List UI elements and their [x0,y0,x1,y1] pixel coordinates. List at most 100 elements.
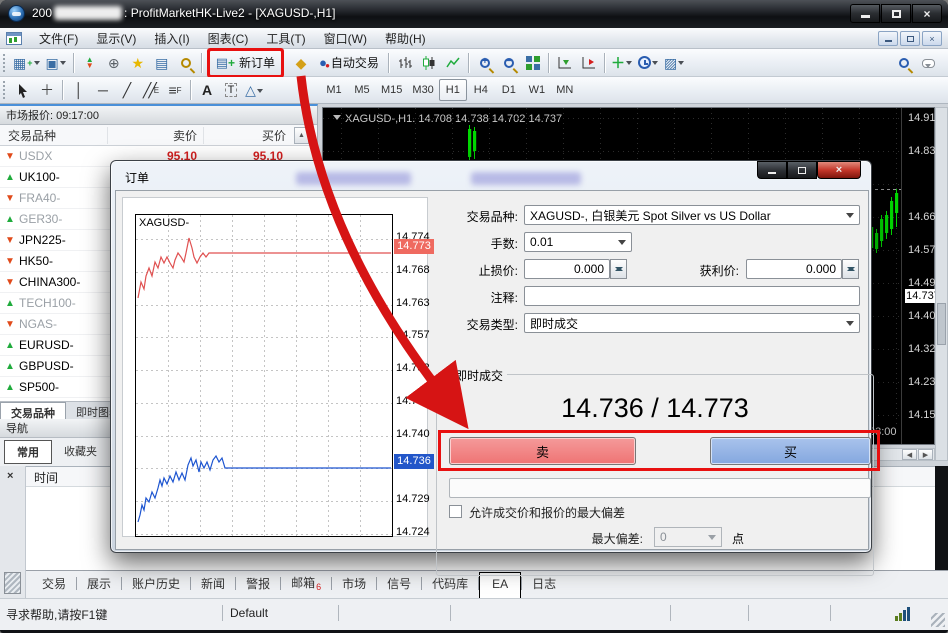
bottom-tab-4[interactable]: 警报 [236,571,280,598]
vertical-line-icon[interactable]: │ [67,78,91,102]
stop-loss-input[interactable]: 0.000 [524,259,610,279]
indicators-icon[interactable]: ＋ [609,51,636,75]
volume-combo[interactable]: 0.01 [524,232,632,252]
fibonacci-icon[interactable]: ≡F [163,78,187,102]
timeframe-m30[interactable]: M30 [407,79,438,101]
timeframe-m5[interactable]: M5 [348,79,376,101]
favorites-icon[interactable]: ★ [126,51,150,75]
comment-input[interactable] [524,286,860,306]
profiles-icon[interactable]: ▣ [44,51,70,75]
child-close-button[interactable]: × [922,31,942,46]
auto-scroll-icon[interactable] [553,51,577,75]
bottom-tab-5[interactable]: 邮箱6 [281,570,331,598]
menu-item-2[interactable]: 插入(I) [145,28,198,49]
zoom-in-icon[interactable] [473,51,497,75]
menu-item-1[interactable]: 显示(V) [87,28,145,49]
bottom-tab-3[interactable]: 新闻 [191,571,235,598]
profile-name[interactable]: Default [230,606,268,620]
resize-grip[interactable] [931,613,945,627]
menu-item-4[interactable]: 工具(T) [257,28,314,49]
buy-button[interactable]: 买 [710,437,871,465]
templates-icon[interactable]: ▨ [662,51,688,75]
bottom-tab-9[interactable]: EA [479,572,521,599]
timeframe-h1[interactable]: H1 [439,79,467,101]
search-icon[interactable] [892,51,916,75]
timeframe-d1[interactable]: D1 [495,79,523,101]
bottom-tab-7[interactable]: 信号 [377,571,421,598]
column-buy[interactable]: 买价 [204,127,292,144]
terminal-grip-icon[interactable] [4,572,21,594]
chat-icon[interactable] [916,51,940,75]
max-deviation-combo[interactable]: 0 [654,527,722,547]
tile-windows-icon[interactable] [521,51,545,75]
text-tool-icon[interactable]: A [195,78,219,102]
stop-loss-spinner[interactable] [610,259,627,279]
timeframe-m1[interactable]: M1 [320,79,348,101]
channel-icon[interactable]: ╱╱E [139,78,163,102]
close-button[interactable]: × [912,4,942,23]
order-type-select[interactable]: 即时成交 [524,313,860,333]
timeframe-w1[interactable]: W1 [523,79,551,101]
minimize-button[interactable] [850,4,880,23]
bottom-tab-2[interactable]: 账户历史 [122,571,190,598]
new-chart-icon[interactable]: ▦+ [11,51,44,75]
new-order-button[interactable]: ▤+ 新订单 [210,51,281,75]
terminal-close-icon[interactable]: × [7,470,13,482]
tab-common[interactable]: 常用 [4,440,52,464]
chart-shift-icon[interactable] [577,51,601,75]
objects-list-icon[interactable]: ◆ [289,51,313,75]
line-chart-type-icon[interactable] [441,51,465,75]
symbol-select[interactable]: XAGUSD-, 白银美元 Spot Silver vs US Dollar [524,205,860,225]
maximize-button[interactable] [881,4,911,23]
market-watch-close-icon[interactable]: × [305,109,311,121]
market-watch-toggle-icon[interactable]: ▲▼ [78,51,102,75]
menu-item-5[interactable]: 窗口(W) [315,28,376,49]
timeframe-h4[interactable]: H4 [467,79,495,101]
symbol-name: HK50- [19,254,107,268]
dialog-minimize-button[interactable] [757,161,787,179]
take-profit-spinner[interactable] [842,259,859,279]
text-label-icon[interactable]: T [219,78,243,102]
autotrading-icon: ●● [319,55,327,70]
tab-symbols[interactable]: 交易品种 [0,402,66,420]
navigator-toggle-icon[interactable]: ⊕ [102,51,126,75]
chart-vertical-scrollbar[interactable] [935,107,948,461]
tab-favorites[interactable]: 收藏夹 [52,440,109,464]
history-center-icon[interactable] [174,51,198,75]
bar-chart-type-icon[interactable] [393,51,417,75]
horizontal-line-icon[interactable]: ─ [91,78,115,102]
bottom-tab-0[interactable]: 交易 [32,571,76,598]
toolbar-grip[interactable] [3,54,8,72]
scroll-right-icon[interactable]: ▶ [918,449,933,460]
dialog-close-button[interactable]: × [817,161,861,179]
bottom-tab-1[interactable]: 展示 [77,571,121,598]
data-window-icon[interactable]: ▤ [150,51,174,75]
take-profit-input[interactable]: 0.000 [746,259,842,279]
child-restore-button[interactable] [900,31,920,46]
cursor-icon[interactable] [11,78,35,102]
scroll-up-icon[interactable]: ▲ [294,127,309,144]
autotrading-button[interactable]: ●● 自动交易 [313,51,385,75]
column-sell[interactable]: 卖价 [108,127,204,144]
timeframe-mn[interactable]: MN [551,79,579,101]
deviation-checkbox[interactable] [449,505,462,518]
sell-button[interactable]: 卖 [449,437,636,465]
column-symbol[interactable]: 交易品种 [0,127,108,144]
menu-item-3[interactable]: 图表(C) [199,28,258,49]
menu-item-0[interactable]: 文件(F) [30,28,87,49]
down-arrow-icon: ▼ [5,235,19,246]
bottom-tab-6[interactable]: 市场 [332,571,376,598]
trendline-icon[interactable]: ╱ [115,78,139,102]
shapes-icon[interactable]: △ [243,78,267,102]
zoom-out-icon[interactable] [497,51,521,75]
candlestick-type-icon[interactable] [417,51,441,75]
crosshair-icon[interactable]: ＋ [35,78,59,102]
toolbar-grip[interactable] [3,81,8,99]
menu-item-6[interactable]: 帮助(H) [376,28,435,49]
dialog-restore-button[interactable] [787,161,817,179]
timeframe-m15[interactable]: M15 [376,79,407,101]
periods-icon[interactable] [636,51,662,75]
down-arrow-icon: ▼ [5,151,19,162]
scroll-left-icon[interactable]: ◀ [902,449,917,460]
child-minimize-button[interactable] [878,31,898,46]
